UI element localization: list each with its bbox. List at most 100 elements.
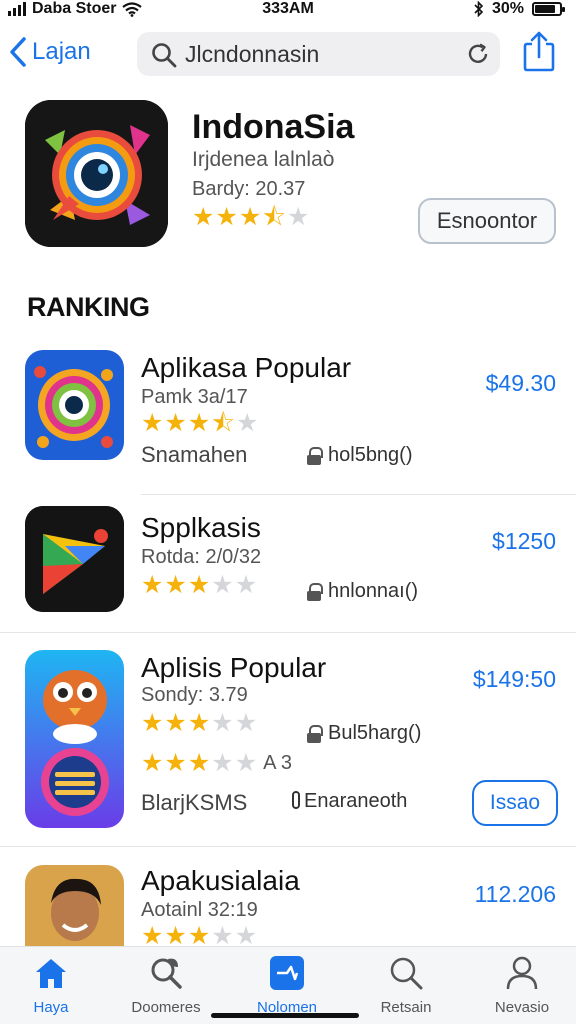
lock-label: hnlonnaı() [306,580,418,603]
tab-label: Haya [33,999,69,1016]
app-title: IndonaSia [192,108,355,146]
tab-favorites[interactable]: Nolomen [237,953,337,1016]
star-icon: ★ [238,203,262,231]
star-icon: ★ [164,709,187,737]
star-icon: ★ [234,709,258,737]
lock-icon [306,446,323,465]
person-icon [506,956,538,990]
divider [0,846,576,847]
rating-stars: ★ ★ ★ ★ ★ [141,710,257,736]
price-label[interactable]: $49.30 [486,370,556,397]
app-subtitle: Irjdenea lalnlaò [192,148,335,171]
rating-stars: ★ ★ ★ ⯪ ★ [192,204,309,230]
status-bar: Daba Stoer 333AM 30% [0,0,576,22]
secondary-rating: ★ ★ ★ ★ ★ A 3 [141,750,292,776]
toggle-icon [292,791,300,809]
magnifier-leaf-icon [151,958,182,989]
search-icon [152,43,177,68]
search-bar[interactable] [137,32,500,76]
camera-app-icon[interactable] [25,100,168,247]
rating-count: A 3 [263,751,293,774]
star-icon: ★ [164,409,187,437]
chevron-left-icon [10,37,26,67]
tab-label: Nevasio [494,999,550,1016]
star-icon: ★ [141,409,164,437]
price-label[interactable]: $1250 [492,528,556,555]
star-icon: ★ [141,749,164,777]
tab-label: Retsain [380,999,432,1016]
tab-home[interactable]: Haya [1,953,101,1016]
nav-bar: Lajan [0,30,576,80]
tab-bar: Haya Doomeres Nolomen Retsain Nevasio [0,946,576,1024]
star-icon: ★ [141,709,164,737]
star-icon: ★ [141,571,164,599]
reload-icon[interactable] [466,42,490,66]
star-icon: ★ [211,709,234,737]
tab-label: Doomeres [131,999,201,1016]
battery-icon [532,2,565,16]
app-name: Aplisis Popular [141,652,327,683]
star-icon: ★ [211,749,234,777]
list-item[interactable]: Aplikasa Popular Pamk 3a/17 ★ ★ ★ ⯪ ★ Snamah… [0,340,576,490]
secondary-label: Enaraneoth [292,790,407,813]
heart-square-icon [270,956,304,990]
rating-stars: ★ ★ ★ ★ ★ [141,923,257,947]
app-name: Spplkasis [141,512,261,543]
house-icon [36,959,66,988]
app-icon [25,506,124,612]
app-icon [25,350,124,460]
tab-profile[interactable]: Nevasio [472,953,572,1016]
app-icon [25,650,124,828]
developer-label: Snamahen [141,442,248,467]
share-icon [523,31,555,72]
bluetooth-icon [474,1,484,17]
battery-percent: 30% [491,0,524,17]
install-button[interactable]: Issao [472,780,558,826]
star-icon: ★ [187,749,211,777]
rating-stars: ★ ★ ★ ⯪ ★ [141,410,258,436]
search-input[interactable] [185,38,445,70]
app-name: Apakusialaia [141,865,300,896]
tab-discover[interactable]: Doomeres [116,953,216,1016]
lock-label: hol5bng() [306,444,413,467]
app-name: Aplikasa Popular [141,352,352,383]
list-item[interactable]: Apakusialaia Aotainl 32:19 ★ ★ ★ ★ ★ 112.206 [0,855,576,947]
back-button[interactable]: Lajan [8,36,91,68]
star-icon: ★ [164,749,187,777]
star-icon: ★ [187,571,211,599]
divider [0,632,576,633]
home-indicator [211,1013,359,1018]
app-sub: Aotainl 32:19 [141,899,258,921]
app-sub: Sondy: 3.79 [141,684,248,706]
get-button[interactable]: Esnoontor [418,198,556,244]
star-icon: ★ [187,709,211,737]
tab-search[interactable]: Retsain [356,953,456,1016]
star-icon: ★ [164,571,187,599]
star-icon: ★ [211,922,234,947]
star-icon: ★ [187,409,211,437]
search-icon [390,957,423,990]
lock-label: Bul5harg() [306,722,421,745]
star-icon: ⯪ [262,203,286,231]
lock-icon [306,724,323,743]
star-icon: ⯪ [211,409,235,437]
star-icon: ★ [286,203,310,231]
star-icon: ★ [164,922,187,947]
star-icon: ★ [234,749,258,777]
section-title: RANKING [27,292,150,322]
star-icon: ★ [234,922,258,947]
star-icon: ★ [234,571,258,599]
app-sub: Rotda: 2/0/32 [141,546,262,568]
price-label[interactable]: 112.206 [475,881,556,908]
share-button[interactable] [522,30,556,79]
app-icon [25,865,124,947]
featured-app: IndonaSia Irjdenea lalnlaò Bardy: 20.37 … [0,100,576,260]
lock-icon [306,582,323,601]
price-label[interactable]: $149:50 [473,666,556,693]
app-sub: Pamk 3a/17 [141,386,248,408]
star-icon: ★ [235,409,259,437]
rating-stars: ★ ★ ★ ★ ★ [141,750,257,776]
app-meta: Bardy: 20.37 [192,178,306,200]
back-label: Lajan [32,38,91,65]
list-item[interactable]: Spplkasis Rotda: 2/0/32 ★ ★ ★ ★ ★ hnlonnaı()… [0,500,576,630]
